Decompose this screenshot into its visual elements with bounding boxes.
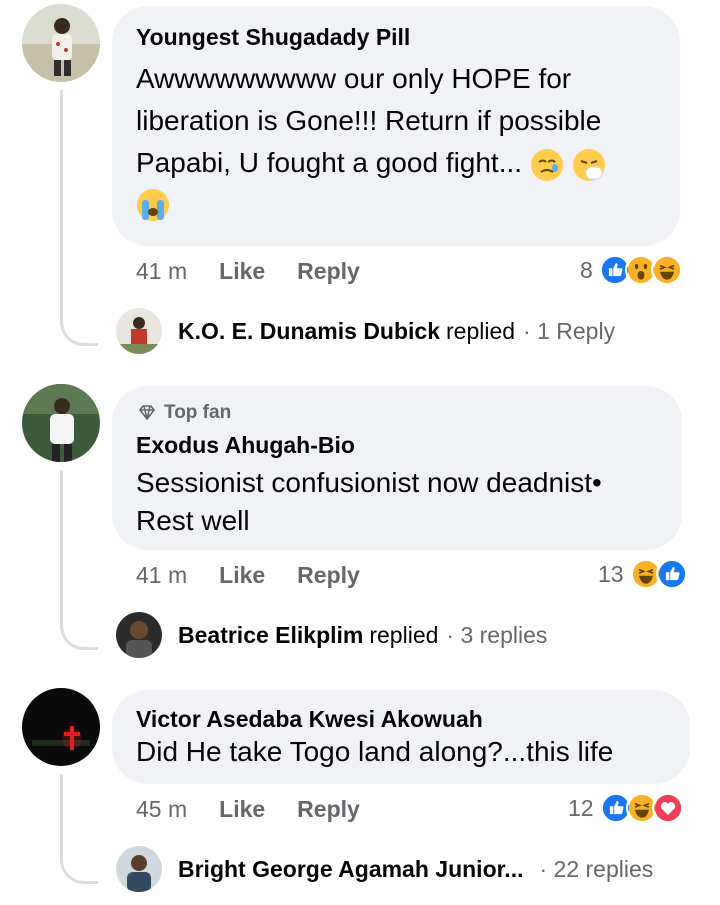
reaction-count: 13 [598,560,624,587]
reaction-count: 8 [580,256,593,283]
reply-count[interactable]: · 1 Reply [523,318,615,345]
reply-button[interactable]: Reply [297,796,360,823]
sad-emoji-icon [530,148,564,182]
reply-author[interactable]: K.O. E. Dunamis Dubick [178,318,440,345]
reply-button[interactable]: Reply [297,258,360,285]
avatar[interactable] [22,384,100,462]
like-button[interactable]: Like [219,562,265,589]
replies-summary[interactable]: Beatrice Elikplim replied · 3 replies [178,622,547,649]
reply-button[interactable]: Reply [297,562,360,589]
reply-avatar[interactable] [116,612,162,658]
like-button[interactable]: Like [219,796,265,823]
comment-text-line: Sessionist confusionist now deadnist• [136,467,602,498]
reply-count[interactable]: · 3 replies [446,622,547,649]
reaction-summary[interactable]: 13 [598,558,688,590]
comment-bubble[interactable]: Top fan Exodus Ahugah-Bio Sessionist con… [112,386,682,550]
thread-connector [60,774,98,884]
avatar[interactable] [22,4,100,82]
reply-avatar[interactable] [116,308,162,354]
avatar[interactable] [22,688,100,766]
comment-actions: 45 m Like Reply [136,796,360,823]
like-reaction-icon [655,558,688,590]
reply-avatar[interactable] [116,846,162,892]
thread-connector [60,470,98,650]
comment-text-line: Awwwwwwwww our only HOPE for [136,63,572,94]
comment-author[interactable]: Exodus Ahugah-Bio [136,430,658,460]
comment-text-line [136,188,656,222]
crying-emoji-icon [136,188,170,222]
replied-label: replied [369,622,439,648]
sneeze-emoji-icon [572,148,606,182]
comment-actions: 41 m Like Reply [136,258,360,285]
comment-text-line: Did He take Togo land along?...this life [136,736,614,767]
comment-timestamp[interactable]: 41 m [136,562,187,589]
love-reaction-icon [651,792,684,824]
thread-connector [60,90,98,346]
reply-count[interactable]: · 22 replies [539,856,653,883]
comment-text-line: liberation is Gone!!! Return if possible [136,105,602,136]
reaction-count: 12 [568,794,594,821]
diamond-icon [138,405,156,421]
haha-reaction-icon [650,254,683,286]
comment-timestamp[interactable]: 45 m [136,796,187,823]
comment-text-line: Papabi, U fought a good fight... [136,142,656,184]
comment-author[interactable]: Youngest Shugadady Pill [136,22,656,52]
replied-label: replied [446,318,516,344]
replies-summary[interactable]: K.O. E. Dunamis Dubick replied · 1 Reply [178,318,615,345]
like-button[interactable]: Like [219,258,265,285]
comment-actions: 41 m Like Reply [136,562,360,589]
top-fan-label: Top fan [164,402,232,423]
comment-timestamp[interactable]: 41 m [136,258,187,285]
top-fan-badge: Top fan [136,400,658,426]
replies-summary[interactable]: Bright George Agamah Junior... · 22 repl… [178,856,653,883]
reaction-summary[interactable]: 12 [568,792,684,824]
comment-author[interactable]: Victor Asedaba Kwesi Akowuah [136,704,666,734]
reaction-summary[interactable]: 8 [580,254,683,286]
comment-bubble[interactable]: Youngest Shugadady Pill Awwwwwwwww our o… [112,6,680,246]
comment-text: Papabi, U fought a good fight... [136,147,523,178]
reply-author[interactable]: Beatrice Elikplim [178,622,363,649]
comment-bubble[interactable]: Victor Asedaba Kwesi Akowuah Did He take… [112,690,690,784]
reply-author[interactable]: Bright George Agamah Junior... [178,856,523,883]
comment-text-line: Rest well [136,505,250,536]
